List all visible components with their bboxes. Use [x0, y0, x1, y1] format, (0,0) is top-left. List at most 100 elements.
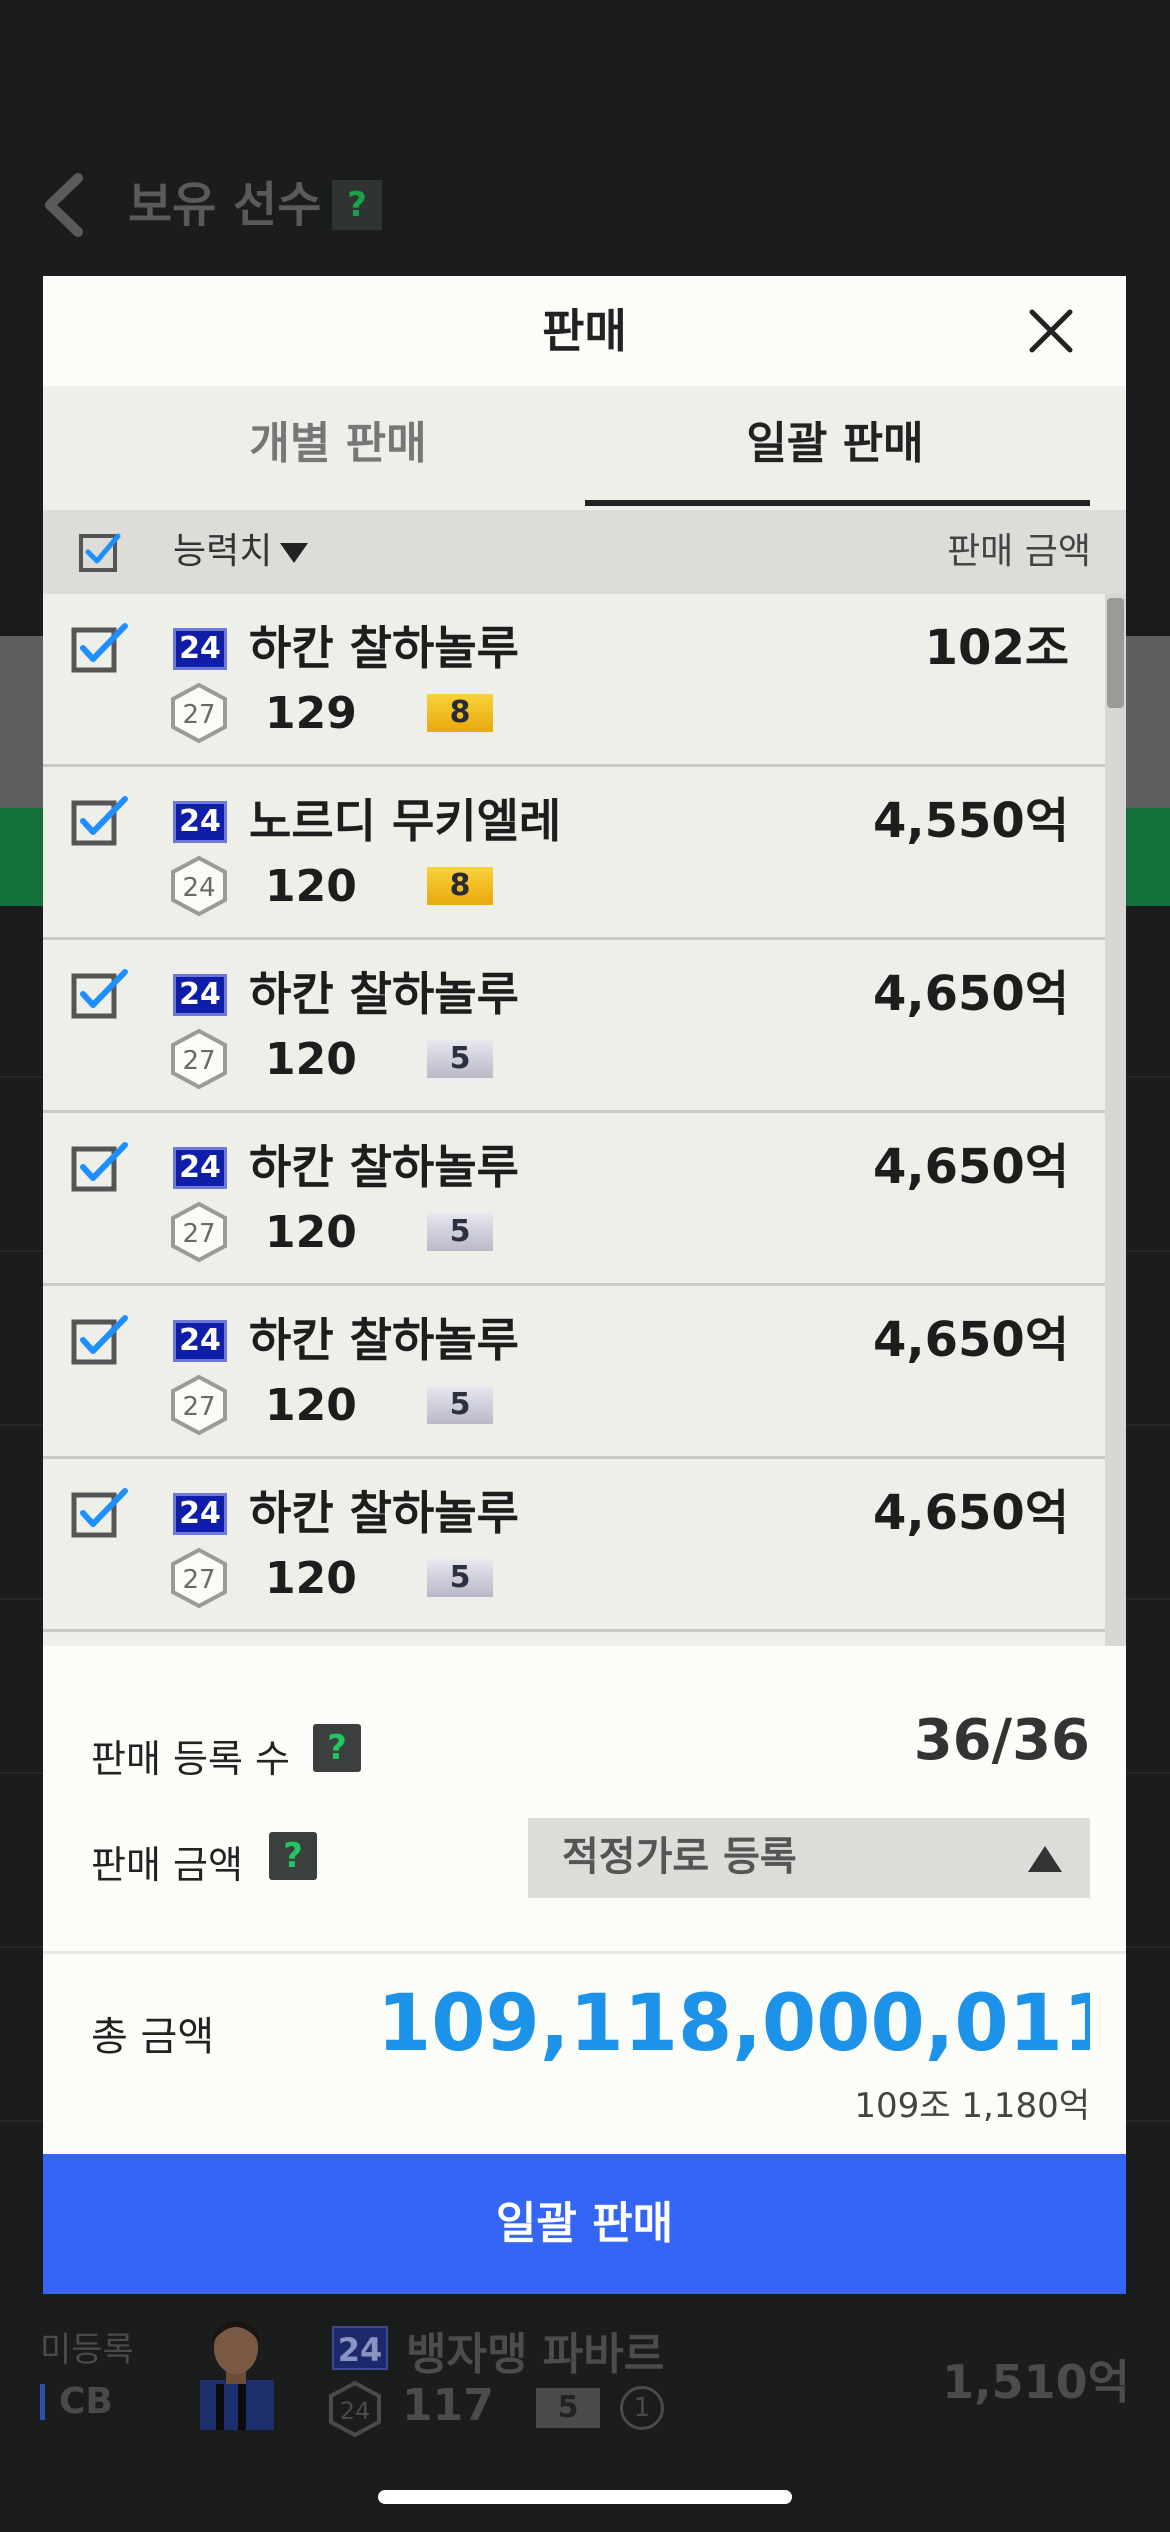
sell-price-label: 판매 금액 [91, 1843, 243, 1887]
player-row[interactable]: 24 하칸 찰하놀루 102조 27 129 8 [43, 594, 1105, 767]
player-name: 하칸 찰하놀루 [249, 621, 519, 675]
player-sell-price: 4,650억 [873, 1312, 1069, 1368]
row-checkbox[interactable] [71, 1487, 129, 1539]
back-chevron-icon[interactable] [38, 172, 90, 238]
level-text: 27 [182, 1219, 215, 1249]
select-all-checkbox[interactable] [78, 530, 122, 574]
background-circle-badge: 1 [620, 2386, 664, 2430]
level-hex-icon: 27 [171, 1547, 227, 1609]
background-level-hex-icon: 24 [329, 2380, 381, 2438]
list-scrollbar-thumb[interactable] [1107, 598, 1124, 708]
modal-title-bar: 판매 [43, 276, 1126, 386]
tab-bulk-sell[interactable]: 일괄 판매 [585, 386, 1085, 510]
list-header: 능력치 판매 금액 [43, 510, 1126, 594]
player-sell-price: 4,650억 [873, 1139, 1069, 1195]
sell-count-help-icon[interactable]: ? [313, 1724, 361, 1772]
level-text: 24 [182, 873, 215, 903]
background-row-price: 1,510억 [942, 2355, 1130, 2409]
grade-badge: 5 [427, 1386, 493, 1424]
modal-title: 판매 [542, 304, 627, 358]
sell-price-help-icon[interactable]: ? [269, 1832, 317, 1880]
grade-badge: 5 [427, 1559, 493, 1597]
price-mode-value: 적정가로 등록 [562, 1834, 797, 1880]
player-name: 노르디 무키엘레 [249, 794, 562, 848]
close-icon[interactable] [1026, 306, 1076, 356]
player-row[interactable]: 24 하칸 찰하놀루 4,650억 27 120 5 [43, 1286, 1105, 1459]
row-checkbox[interactable] [71, 1141, 129, 1193]
level-text: 27 [182, 1392, 215, 1422]
list-scrollbar[interactable] [1105, 594, 1126, 1646]
player-sell-price: 4,550억 [873, 793, 1069, 849]
level-text: 27 [182, 1565, 215, 1595]
season-badge: 24 [173, 974, 227, 1016]
player-name: 하칸 찰하놀루 [249, 1313, 519, 1367]
bulk-sell-button[interactable]: 일괄 판매 [43, 2154, 1126, 2294]
player-name: 하칸 찰하놀루 [249, 1140, 519, 1194]
sort-label: 능력치 [173, 531, 273, 572]
row-checkbox[interactable] [71, 1314, 129, 1366]
tab-individual-sell[interactable]: 개별 판매 [88, 386, 588, 510]
season-badge: 24 [173, 628, 227, 670]
player-ovr: 129 [265, 688, 357, 739]
grade-badge: 8 [427, 867, 493, 905]
player-ovr: 120 [265, 861, 357, 912]
sell-count-label: 판매 등록 수 [91, 1737, 290, 1781]
player-row[interactable]: 24 하칸 찰하놀루 4,650억 27 120 5 [43, 1113, 1105, 1286]
background-season-badge: 24 [332, 2326, 388, 2370]
player-row[interactable]: 24 하칸 찰하놀루 4,650억 27 120 5 [43, 1459, 1105, 1632]
background-player-name: 뱅자맹 파바르 [406, 2329, 665, 2380]
background-player-ovr: 117 [402, 2380, 494, 2431]
player-ovr: 120 [265, 1034, 357, 1085]
player-row[interactable]: 24 노르디 무키엘레 4,550억 24 120 8 [43, 767, 1105, 940]
sort-by-ability-button[interactable]: 능력치 [173, 510, 309, 594]
player-name: 하칸 찰하놀루 [249, 1486, 519, 1540]
season-badge: 24 [173, 1493, 227, 1535]
season-badge: 24 [173, 1147, 227, 1189]
screen: 보유 선수 ? 미등록 CB 24 뱅자맹 파바르 24 117 5 1 1,5… [0, 0, 1170, 2532]
player-name: 하칸 찰하놀루 [249, 967, 519, 1021]
level-text: 27 [182, 700, 215, 730]
sell-mode-tabs: 개별 판매 일괄 판매 [43, 386, 1126, 510]
row-checkbox[interactable] [71, 968, 129, 1020]
background-row-status: 미등록 [40, 2330, 134, 2370]
player-avatar [200, 2321, 274, 2430]
grade-badge: 5 [427, 1213, 493, 1251]
season-badge: 24 [173, 1320, 227, 1362]
row-checkbox[interactable] [71, 795, 129, 847]
player-ovr: 120 [265, 1207, 357, 1258]
player-list[interactable]: 24 하칸 찰하놀루 4,650억 27 120 5 24 하칸 찰하놀루 4,650억 27 12… [43, 594, 1126, 1646]
total-amount-abbrev: 109조 1,180억 [854, 2086, 1090, 2126]
grade-badge: 5 [427, 1040, 493, 1078]
background-help-icon[interactable]: ? [332, 180, 382, 230]
background-level-text: 24 [340, 2397, 371, 2425]
grade-badge: 8 [427, 694, 493, 732]
level-text: 27 [182, 1046, 215, 1076]
sell-count-value: 36/36 [913, 1708, 1090, 1773]
background-page-title: 보유 선수 [128, 177, 322, 233]
level-hex-icon: 27 [171, 1028, 227, 1090]
sell-modal: 판매 개별 판매 일괄 판매 능력치 판매 금액 24 하칸 찰하놀루 4,650억… [43, 276, 1126, 2294]
sell-summary: 판매 등록 수 ? 36/36 판매 금액 ? 적정가로 등록 [43, 1646, 1126, 1946]
background-grade-badge: 5 [536, 2388, 600, 2428]
sort-down-triangle-icon [280, 543, 309, 563]
player-sell-price: 102조 [924, 620, 1069, 676]
player-ovr: 120 [265, 1553, 357, 1604]
level-hex-icon: 27 [171, 1201, 227, 1263]
player-row[interactable]: 24 하칸 찰하놀루 4,650억 27 120 5 [43, 940, 1105, 1113]
active-tab-indicator [585, 500, 1090, 506]
player-sell-price: 4,650억 [873, 966, 1069, 1022]
total-amount-section: 총 금액 109,118,000,011,400 109조 1,180억 [43, 1954, 1126, 2154]
price-mode-dropdown[interactable]: 적정가로 등록 [528, 1818, 1090, 1898]
background-row-position: CB [40, 2384, 113, 2420]
level-hex-icon: 24 [171, 855, 227, 917]
total-amount-value: 109,118,000,011,400 [377, 1979, 1090, 2069]
player-ovr: 120 [265, 1380, 357, 1431]
player-sell-price: 4,650억 [873, 1485, 1069, 1541]
level-hex-icon: 27 [171, 682, 227, 744]
home-indicator[interactable] [378, 2490, 792, 2504]
season-badge: 24 [173, 801, 227, 843]
dropdown-up-triangle-icon [1028, 1846, 1062, 1872]
row-checkbox[interactable] [71, 622, 129, 674]
total-amount-label: 총 금액 [91, 2014, 215, 2060]
price-column-label: 판매 금액 [947, 531, 1091, 572]
